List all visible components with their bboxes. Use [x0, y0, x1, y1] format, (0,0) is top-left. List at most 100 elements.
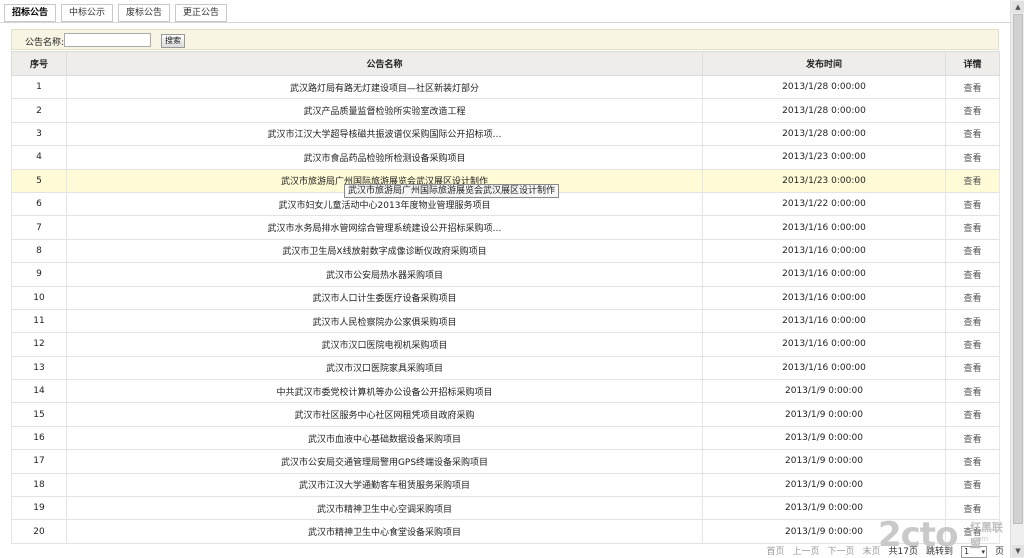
row-index: 1: [11, 75, 67, 100]
search-input[interactable]: [64, 33, 151, 47]
announcement-table: 序号 公告名称 发布时间 详情 1 武汉路灯局有路无灯建设项目—社区新装灯部分 20…: [11, 51, 1000, 544]
row-view-link[interactable]: 查看: [945, 286, 1000, 310]
row-title-link[interactable]: 武汉市水务局排水管网综合管理系统建设公开招标采购项…: [66, 215, 703, 240]
header-index: 序号: [11, 51, 67, 76]
row-title-link[interactable]: 武汉市江汉大学超导核磁共振波谱仪采购国际公开招标项…: [66, 122, 703, 147]
row-index: 19: [11, 496, 67, 521]
row-index: 16: [11, 426, 67, 451]
row-view-link[interactable]: 查看: [945, 426, 1000, 451]
row-view-link[interactable]: 查看: [945, 402, 1000, 427]
row-view-link[interactable]: 查看: [945, 192, 1000, 217]
row-view-link[interactable]: 查看: [945, 169, 1000, 193]
row-date: 2013/1/9 0:00:00: [702, 426, 946, 451]
watermark-sub-text: .com: [971, 535, 989, 543]
row-title-link[interactable]: 中共武汉市委党校计算机等办公设备公开招标采购项目: [66, 379, 703, 404]
row-date: 2013/1/16 0:00:00: [702, 215, 946, 240]
row-index: 17: [11, 449, 67, 474]
row-index: 15: [11, 402, 67, 427]
table-row: 19 武汉市精神卫生中心空调采购项目 2013/1/9 0:00:00 查看: [11, 496, 1000, 521]
row-view-link[interactable]: 查看: [945, 215, 1000, 240]
row-index: 7: [11, 215, 67, 240]
table-row: 10 武汉市人口计生委医疗设备采购项目 2013/1/16 0:00:00 查看: [11, 286, 1000, 310]
tab-bid-announcement[interactable]: 招标公告: [4, 4, 57, 22]
watermark-logo: 2cto 红黑联盟 .com: [878, 515, 1008, 555]
title-tooltip: 武汉市旅游局广州国际旅游展览会武汉展区设计制作: [344, 184, 560, 198]
row-view-link[interactable]: 查看: [945, 145, 1000, 170]
row-date: 2013/1/23 0:00:00: [702, 169, 946, 193]
row-title-link[interactable]: 武汉市汉口医院家具采购项目: [66, 356, 703, 381]
row-title-link[interactable]: 武汉市精神卫生中心食堂设备采购项目: [66, 519, 703, 544]
row-title-link[interactable]: 武汉路灯局有路无灯建设项目—社区新装灯部分: [66, 75, 703, 100]
row-date: 2013/1/16 0:00:00: [702, 286, 946, 310]
pager-next-link[interactable]: 下一页: [827, 546, 854, 558]
row-view-link[interactable]: 查看: [945, 98, 1000, 123]
row-view-link[interactable]: 查看: [945, 332, 1000, 357]
row-date: 2013/1/28 0:00:00: [702, 98, 946, 123]
row-date: 2013/1/16 0:00:00: [702, 262, 946, 287]
row-view-link[interactable]: 查看: [945, 122, 1000, 147]
row-title-link[interactable]: 武汉市精神卫生中心空调采购项目: [66, 496, 703, 521]
row-date: 2013/1/16 0:00:00: [702, 309, 946, 334]
row-title-link[interactable]: 武汉市江汉大学通勤客车租赁服务采购项目: [66, 473, 703, 498]
search-label: 公告名称:: [25, 38, 65, 48]
row-view-link[interactable]: 查看: [945, 309, 1000, 334]
table-row: 15 武汉市社区服务中心社区网租凭项目政府采购 2013/1/9 0:00:00 查看: [11, 402, 1000, 427]
row-title-link[interactable]: 武汉市血液中心基础数据设备采购项目: [66, 426, 703, 451]
table-row: 18 武汉市江汉大学通勤客车租赁服务采购项目 2013/1/9 0:00:00 查看: [11, 473, 1000, 498]
tab-correction-announcement[interactable]: 更正公告: [175, 4, 228, 22]
table-row: 16 武汉市血液中心基础数据设备采购项目 2013/1/9 0:00:00 查看: [11, 426, 1000, 451]
row-title-link[interactable]: 武汉市食品药品检验所检测设备采购项目: [66, 145, 703, 170]
row-view-link[interactable]: 查看: [945, 239, 1000, 264]
table-header-row: 序号 公告名称 发布时间 详情: [11, 51, 1000, 76]
row-date: 2013/1/28 0:00:00: [702, 122, 946, 147]
table-row: 20 武汉市精神卫生中心食堂设备采购项目 2013/1/9 0:00:00 查看: [11, 519, 1000, 544]
search-button[interactable]: 搜索: [161, 34, 185, 48]
row-date: 2013/1/16 0:00:00: [702, 239, 946, 264]
row-view-link[interactable]: 查看: [945, 75, 1000, 100]
pager-prev-link[interactable]: 上一页: [792, 546, 819, 558]
table-row: 4 武汉市食品药品检验所检测设备采购项目 2013/1/23 0:00:00 查看: [11, 145, 1000, 170]
row-index: 6: [11, 192, 67, 217]
tab-void-announcement[interactable]: 废标公告: [118, 4, 171, 22]
divider: [0, 22, 1010, 23]
table-row: 7 武汉市水务局排水管网综合管理系统建设公开招标采购项… 2013/1/16 0:0…: [11, 215, 1000, 240]
row-view-link[interactable]: 查看: [945, 262, 1000, 287]
row-title-link[interactable]: 武汉市汉口医院电视机采购项目: [66, 332, 703, 357]
row-index: 13: [11, 356, 67, 381]
row-title-link[interactable]: 武汉市公安局热水器采购项目: [66, 262, 703, 287]
row-index: 9: [11, 262, 67, 287]
vertical-scrollbar[interactable]: ▲ ▼: [1010, 0, 1024, 558]
row-view-link[interactable]: 查看: [945, 473, 1000, 498]
header-title: 公告名称: [66, 51, 703, 76]
table-row: 13 武汉市汉口医院家具采购项目 2013/1/16 0:00:00 查看: [11, 356, 1000, 381]
row-index: 20: [11, 519, 67, 544]
search-bar: 公告名称: 搜索: [11, 29, 999, 50]
table-row: 2 武汉产品质量监督检验所实验室改造工程 2013/1/28 0:00:00 查看: [11, 98, 1000, 123]
scroll-down-arrow-icon[interactable]: ▼: [1012, 545, 1024, 557]
scroll-up-arrow-icon[interactable]: ▲: [1012, 1, 1024, 13]
row-title-link[interactable]: 武汉市卫生局X线放射数字成像诊断仪政府采购项目: [66, 239, 703, 264]
table-body: 1 武汉路灯局有路无灯建设项目—社区新装灯部分 2013/1/28 0:00:00 查…: [11, 75, 1000, 544]
tab-award-announcement[interactable]: 中标公示: [61, 4, 114, 22]
scroll-thumb[interactable]: [1013, 14, 1023, 524]
row-view-link[interactable]: 查看: [945, 356, 1000, 381]
row-index: 4: [11, 145, 67, 170]
table-row: 9 武汉市公安局热水器采购项目 2013/1/16 0:00:00 查看: [11, 262, 1000, 287]
row-title-link[interactable]: 武汉市人民检察院办公家俱采购项目: [66, 309, 703, 334]
row-view-link[interactable]: 查看: [945, 449, 1000, 474]
table-row: 17 武汉市公安局交通管理局警用GPS终端设备采购项目 2013/1/9 0:00:…: [11, 449, 1000, 474]
watermark-big-text: 2cto: [878, 515, 958, 555]
row-title-link[interactable]: 武汉产品质量监督检验所实验室改造工程: [66, 98, 703, 123]
table-row: 14 中共武汉市委党校计算机等办公设备公开招标采购项目 2013/1/9 0:00:…: [11, 379, 1000, 404]
row-date: 2013/1/22 0:00:00: [702, 192, 946, 217]
row-view-link[interactable]: 查看: [945, 379, 1000, 404]
row-date: 2013/1/9 0:00:00: [702, 379, 946, 404]
pager-first-link[interactable]: 首页: [766, 546, 784, 558]
row-title-link[interactable]: 武汉市人口计生委医疗设备采购项目: [66, 286, 703, 310]
row-index: 5: [11, 169, 67, 193]
row-title-link[interactable]: 武汉市社区服务中心社区网租凭项目政府采购: [66, 402, 703, 427]
row-index: 2: [11, 98, 67, 123]
table-row: 11 武汉市人民检察院办公家俱采购项目 2013/1/16 0:00:00 查看: [11, 309, 1000, 334]
row-title-link[interactable]: 武汉市公安局交通管理局警用GPS终端设备采购项目: [66, 449, 703, 474]
header-detail: 详情: [945, 51, 1000, 76]
